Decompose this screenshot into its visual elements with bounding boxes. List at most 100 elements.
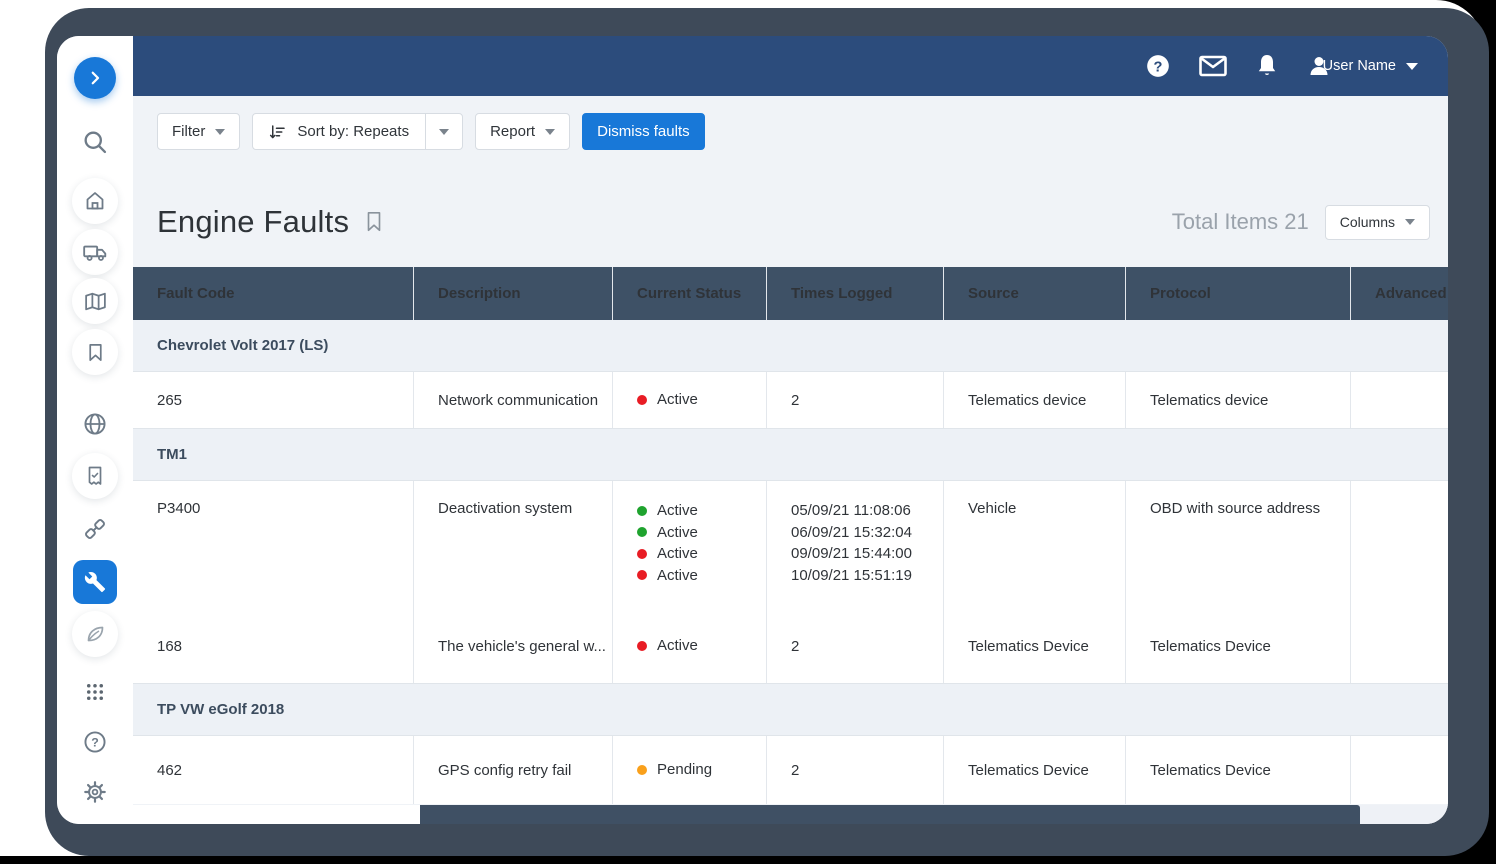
columns-button-label: Columns (1340, 214, 1395, 230)
table-row[interactable]: 265 Network communication Active 2 Telem… (133, 372, 1448, 429)
caret-down-icon (545, 129, 555, 135)
timestamp: 05/09/21 11:08:06 (791, 500, 912, 522)
group-header-row: TM1 (133, 429, 1448, 481)
help-icon: ? (82, 729, 109, 756)
report-button-label: Report (490, 123, 535, 140)
group-name-label: TP VW eGolf 2018 (157, 701, 284, 718)
globe-icon (82, 411, 109, 438)
filter-button-label: Filter (172, 123, 205, 140)
source-cell: Vehicle (943, 481, 1125, 609)
status-label: Active (657, 565, 698, 587)
main-area: ? User Name Filter (133, 36, 1448, 824)
sidebar-item-web[interactable] (82, 411, 109, 438)
protocol-cell: Telematics Device (1125, 736, 1350, 804)
sidebar-item-reports[interactable] (72, 453, 118, 499)
messages-button[interactable] (1199, 55, 1227, 77)
advanced-cell (1350, 736, 1448, 804)
source-cell: Telematics Device (943, 609, 1125, 683)
svg-text:?: ? (91, 736, 99, 750)
user-menu[interactable]: User Name (1307, 54, 1418, 78)
column-header-source[interactable]: Source (943, 267, 1125, 320)
sidebar-item-vehicles[interactable] (72, 229, 118, 275)
help-circle-icon: ? (1145, 53, 1171, 79)
fault-code-cell: P3400 (133, 481, 413, 609)
toolbar: Filter Sort by: Repeats Report Dismiss f… (157, 113, 705, 150)
columns-button[interactable]: Columns (1325, 205, 1430, 240)
sidebar-item-search[interactable] (81, 128, 109, 156)
bell-icon (1255, 53, 1279, 79)
caret-down-icon (215, 129, 225, 135)
sort-dropdown-toggle[interactable] (425, 114, 462, 149)
description-cell: Network communication (413, 372, 612, 428)
group-name-label: Chevrolet Volt 2017 (LS) (157, 337, 328, 354)
map-icon (83, 289, 108, 314)
source-cell: Telematics Device (943, 736, 1125, 804)
sort-button-label: Sort by: Repeats (297, 123, 409, 140)
status-label: Active (657, 543, 698, 565)
sidebar-item-help[interactable]: ? (82, 729, 109, 756)
column-header-times-logged[interactable]: Times Logged (766, 267, 943, 320)
engine-faults-table: Fault Code Description Current Status Ti… (133, 267, 1448, 804)
search-icon (81, 128, 109, 156)
sort-button[interactable]: Sort by: Repeats (252, 113, 463, 150)
top-navigation-bar: ? User Name (133, 36, 1448, 96)
horizontal-scrollbar (133, 805, 1448, 824)
sidebar-item-apps[interactable] (83, 680, 108, 705)
description-cell: The vehicle's general w... (413, 609, 612, 683)
bookmark-page-icon[interactable] (363, 209, 385, 235)
status-label: Active (657, 500, 698, 522)
advanced-cell (1350, 481, 1448, 609)
status-dot-red (637, 395, 647, 405)
cable-connector-icon (82, 516, 109, 543)
content-area: Filter Sort by: Repeats Report Dismiss f… (133, 96, 1448, 824)
status-dot-green (637, 527, 647, 537)
status-dot-red (637, 549, 647, 559)
report-button[interactable]: Report (475, 113, 570, 150)
table-header-row: Fault Code Description Current Status Ti… (133, 267, 1448, 320)
caret-down-icon (439, 129, 449, 135)
column-header-fault-code[interactable]: Fault Code (133, 267, 413, 320)
group-name-label: TM1 (157, 446, 187, 463)
sidebar-item-settings[interactable] (82, 779, 108, 805)
status-cell: Pending (612, 736, 766, 804)
sort-icon (269, 123, 287, 141)
times-logged-cell: 05/09/21 11:08:06 06/09/21 15:32:04 09/0… (766, 481, 943, 609)
sidebar: ? (57, 36, 133, 824)
sidebar-item-eco[interactable] (72, 611, 118, 657)
wrench-icon (84, 571, 106, 593)
dismiss-faults-button[interactable]: Dismiss faults (582, 113, 705, 150)
status-dot-red (637, 570, 647, 580)
sidebar-item-home[interactable] (72, 178, 118, 224)
description-cell: GPS config retry fail (413, 736, 612, 804)
fault-code-cell: 265 (133, 372, 413, 428)
advanced-cell (1350, 372, 1448, 428)
sidebar-item-saved[interactable] (72, 329, 118, 375)
timestamp: 06/09/21 15:32:04 (791, 522, 912, 544)
description-cell: Deactivation system (413, 481, 612, 609)
group-header-row: TP VW eGolf 2018 (133, 684, 1448, 736)
status-label: Pending (657, 759, 712, 781)
column-header-protocol[interactable]: Protocol (1125, 267, 1350, 320)
column-header-advanced[interactable]: Advanced (1350, 267, 1448, 320)
protocol-cell: OBD with source address (1125, 481, 1350, 609)
table-row[interactable]: P3400 Deactivation system Active Active … (133, 481, 1448, 609)
fault-code-cell: 462 (133, 736, 413, 804)
sidebar-expand-button[interactable] (74, 57, 116, 99)
scrollbar-thumb[interactable] (420, 805, 1360, 824)
group-header-row: Chevrolet Volt 2017 (LS) (133, 320, 1448, 372)
help-button[interactable]: ? (1145, 53, 1171, 79)
sidebar-item-connections[interactable] (82, 516, 109, 543)
status-label: Active (657, 389, 698, 411)
notifications-button[interactable] (1255, 53, 1279, 79)
column-header-current-status[interactable]: Current Status (612, 267, 766, 320)
table-row[interactable]: 462 GPS config retry fail Pending 2 Tele… (133, 736, 1448, 804)
column-header-description[interactable]: Description (413, 267, 612, 320)
app-window: ? ? (57, 36, 1448, 824)
sidebar-item-map[interactable] (72, 278, 118, 324)
sidebar-item-maintenance-active[interactable] (73, 560, 117, 604)
filter-button[interactable]: Filter (157, 113, 240, 150)
source-cell: Telematics device (943, 372, 1125, 428)
protocol-cell: Telematics Device (1125, 609, 1350, 683)
table-row[interactable]: 168 The vehicle's general w... Active 2 … (133, 609, 1448, 684)
leaf-icon (83, 622, 107, 646)
